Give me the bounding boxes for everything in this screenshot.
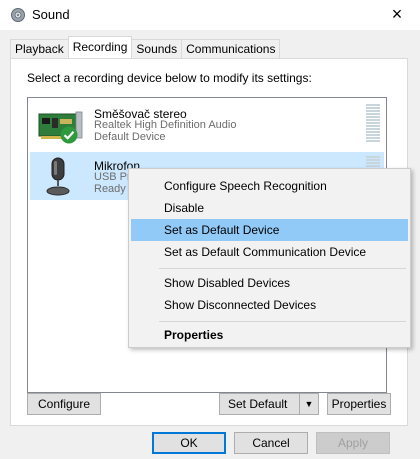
ok-button[interactable]: OK (152, 432, 226, 454)
tab-strip: Playback Recording Sounds Communications (10, 36, 281, 58)
close-button[interactable]: × (374, 0, 420, 30)
device-status: Ready (94, 183, 126, 195)
instruction-text: Select a recording device below to modif… (27, 71, 312, 85)
menu-item-disable[interactable]: Disable (131, 197, 408, 219)
level-meter (366, 104, 380, 144)
menu-item-properties[interactable]: Properties (131, 324, 408, 346)
menu-item-show-disconnected[interactable]: Show Disconnected Devices (131, 294, 408, 316)
menu-item-show-disabled[interactable]: Show Disabled Devices (131, 272, 408, 294)
device-status: Default Device (94, 131, 166, 143)
menu-item-configure-speech[interactable]: Configure Speech Recognition (131, 175, 408, 197)
menu-item-set-default[interactable]: Set as Default Device (131, 219, 408, 241)
set-default-button[interactable]: Set Default ▼ (219, 393, 319, 415)
speaker-icon (11, 8, 25, 22)
device-description: Realtek High Definition Audio (94, 119, 237, 131)
tab-communications[interactable]: Communications (181, 39, 281, 58)
chevron-down-icon: ▼ (304, 399, 314, 409)
device-description: USB Pr (94, 171, 131, 183)
set-default-dropdown[interactable]: ▼ (299, 394, 318, 414)
configure-button[interactable]: Configure (27, 393, 101, 415)
window-title: Sound (32, 7, 70, 22)
default-check-icon (60, 126, 78, 144)
tab-playback[interactable]: Playback (10, 39, 69, 58)
menu-item-set-default-communication[interactable]: Set as Default Communication Device (131, 241, 408, 263)
menu-separator (159, 321, 406, 322)
close-icon: × (391, 4, 403, 24)
context-menu: Configure Speech Recognition Disable Set… (128, 168, 411, 348)
list-item-stereo-mix[interactable]: Směšovač stereo Realtek High Definition … (30, 100, 384, 148)
cancel-button[interactable]: Cancel (234, 432, 308, 454)
title-bar: Sound × (0, 0, 420, 30)
properties-button[interactable]: Properties (327, 393, 391, 415)
menu-separator (159, 268, 406, 269)
tab-sounds[interactable]: Sounds (131, 39, 183, 58)
microphone-icon (46, 157, 70, 196)
set-default-label: Set Default (228, 397, 288, 411)
tab-recording[interactable]: Recording (67, 36, 133, 58)
apply-button: Apply (316, 432, 390, 454)
